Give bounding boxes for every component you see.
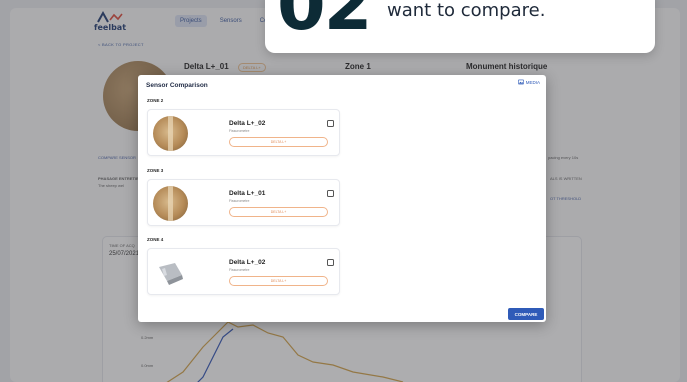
sensor-card-name: Delta L+_02 <box>229 259 266 266</box>
sensor-card-subtitle: Fissurometre <box>229 129 250 133</box>
sensor-comparison-modal: Sensor Comparison MEDIA ZONE 2 Delta L+_… <box>138 75 546 322</box>
step-callout: 02 want to compare. <box>265 0 655 53</box>
zone-label: ZONE 4 <box>147 237 164 242</box>
sensor-device-icon <box>159 263 183 285</box>
media-icon <box>517 79 524 85</box>
step-text: want to compare. <box>387 0 546 21</box>
media-label: MEDIA <box>525 79 540 85</box>
sensor-checkbox[interactable] <box>327 190 334 197</box>
sensor-checkbox[interactable] <box>327 259 334 266</box>
compare-button[interactable]: COMPARE <box>508 308 544 320</box>
step-number: 02 <box>277 0 372 46</box>
media-link[interactable]: MEDIA <box>517 79 540 85</box>
sensor-card-name: Delta L+_01 <box>229 190 266 197</box>
sensor-card[interactable]: Delta L+_01 Fissurometre DELTA L+ <box>147 179 340 226</box>
sensor-card[interactable]: Delta L+_02 Fissurometre DELTA L+ <box>147 109 340 156</box>
sensor-card-badge: DELTA L+ <box>229 137 328 147</box>
sensor-card-badge: DELTA L+ <box>229 207 328 217</box>
sensor-card-badge: DELTA L+ <box>229 276 328 286</box>
sensor-thumbnail <box>153 116 188 151</box>
sensor-card[interactable]: Delta L+_02 Fissurometre DELTA L+ <box>147 248 340 295</box>
sensor-thumbnail <box>153 255 188 290</box>
zone-label: ZONE 2 <box>147 98 164 103</box>
sensor-checkbox[interactable] <box>327 120 334 127</box>
sensor-card-subtitle: Fissurometre <box>229 199 250 203</box>
zone-label: ZONE 3 <box>147 168 164 173</box>
sensor-card-subtitle: Fissurometre <box>229 268 250 272</box>
sensor-thumbnail <box>153 186 188 221</box>
sensor-card-name: Delta L+_02 <box>229 120 266 127</box>
modal-title: Sensor Comparison <box>146 82 208 89</box>
